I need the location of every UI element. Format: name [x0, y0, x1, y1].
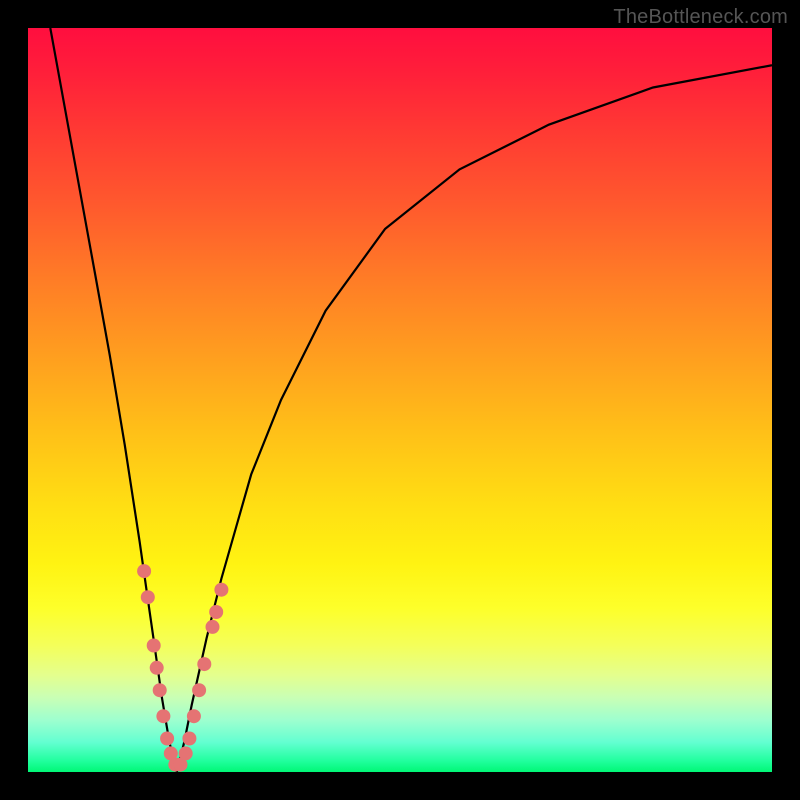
curve-marker — [214, 583, 228, 597]
curve-marker — [137, 564, 151, 578]
curve-marker — [150, 661, 164, 675]
curve-marker — [179, 746, 193, 760]
curve-marker — [141, 590, 155, 604]
curve-marker — [147, 639, 161, 653]
curve-marker — [160, 732, 174, 746]
curve-marker — [187, 709, 201, 723]
curve-marker — [182, 732, 196, 746]
curve-marker — [209, 605, 223, 619]
curve-marker — [192, 683, 206, 697]
curve-marker — [197, 657, 211, 671]
curve-markers — [137, 564, 228, 772]
curve-marker — [156, 709, 170, 723]
bottleneck-curve — [50, 28, 772, 772]
chart-frame: TheBottleneck.com — [0, 0, 800, 800]
plot-area — [28, 28, 772, 772]
watermark-text: TheBottleneck.com — [613, 6, 788, 29]
curve-marker — [206, 620, 220, 634]
curve-marker — [153, 683, 167, 697]
curve-layer — [28, 28, 772, 772]
